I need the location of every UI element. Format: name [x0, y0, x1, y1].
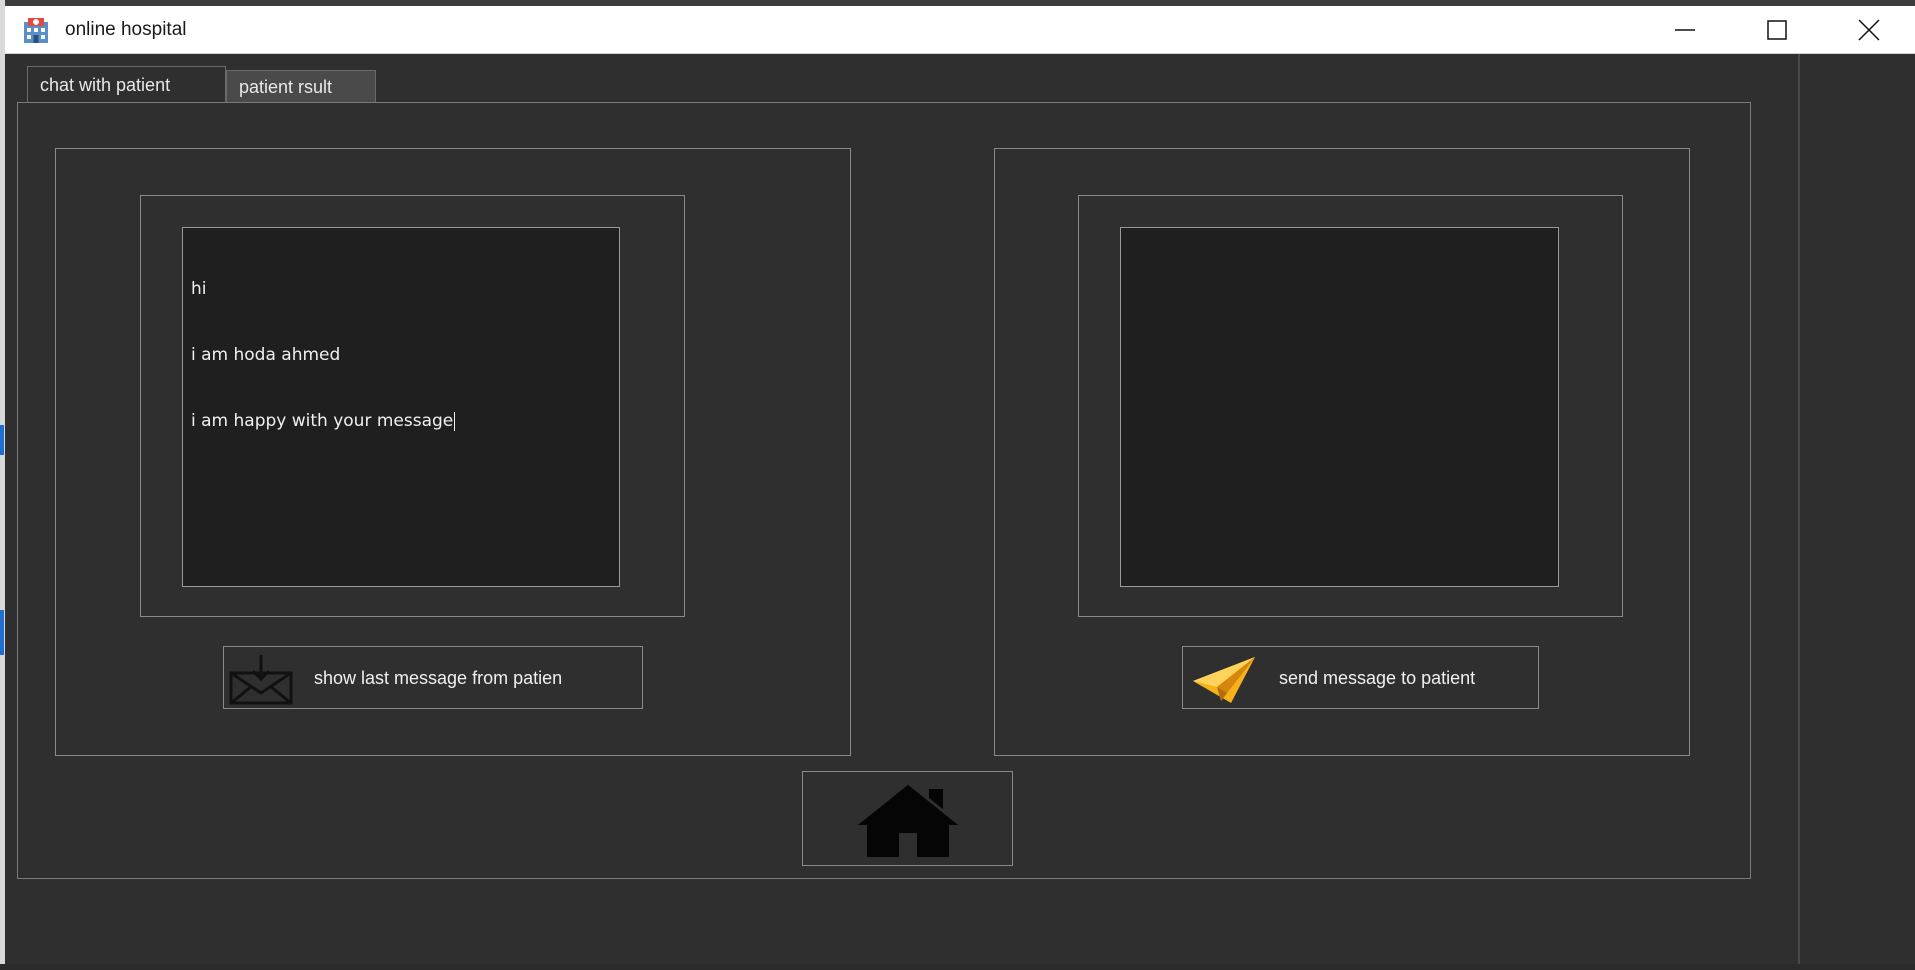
text-caret: [454, 411, 456, 431]
home-icon: [852, 780, 963, 857]
send-message-textarea[interactable]: [1120, 227, 1559, 587]
hospital-icon: [24, 18, 48, 43]
tab-patient-result[interactable]: patient rsult: [226, 70, 376, 103]
maximize-button[interactable]: [1731, 6, 1823, 54]
show-last-message-button[interactable]: show last message from patien: [223, 646, 643, 709]
button-label: send message to patient: [1279, 668, 1476, 688]
message-line: i am happy with your message: [191, 411, 454, 431]
received-messages-group: hi i am hoda ahmed i am happy with your …: [55, 148, 851, 756]
paper-plane-icon: [1193, 657, 1255, 703]
send-message-button[interactable]: send message to patient: [1182, 646, 1539, 709]
tab-label: chat with patient: [40, 74, 171, 95]
close-icon: [1858, 19, 1880, 41]
tab-content-pane: hi i am hoda ahmed i am happy with your …: [17, 102, 1751, 879]
tab-chat-with-patient[interactable]: chat with patient: [27, 66, 226, 103]
home-button[interactable]: [802, 771, 1013, 866]
minimize-button[interactable]: [1639, 6, 1731, 54]
maximize-icon: [1767, 20, 1787, 40]
tab-label: patient rsult: [239, 76, 333, 97]
title-bar[interactable]: online hospital: [5, 6, 1915, 54]
received-text-frame: hi i am hoda ahmed i am happy with your …: [140, 195, 685, 617]
app-window: online hospital chat with patient patien…: [5, 6, 1915, 970]
send-messages-group: send message to patient: [994, 148, 1690, 756]
button-label: show last message from patien: [314, 668, 563, 688]
message-line: hi: [191, 279, 207, 299]
envelope-download-icon: [229, 655, 293, 705]
send-text-frame: [1078, 195, 1623, 617]
minimize-icon: [1675, 29, 1695, 31]
desktop-edge-bottom: [0, 964, 1915, 970]
message-line: i am hoda ahmed: [191, 345, 341, 365]
close-button[interactable]: [1823, 6, 1915, 54]
window-divider: [1798, 54, 1800, 970]
received-message-textarea[interactable]: hi i am hoda ahmed i am happy with your …: [182, 227, 620, 587]
window-title: online hospital: [65, 19, 187, 40]
